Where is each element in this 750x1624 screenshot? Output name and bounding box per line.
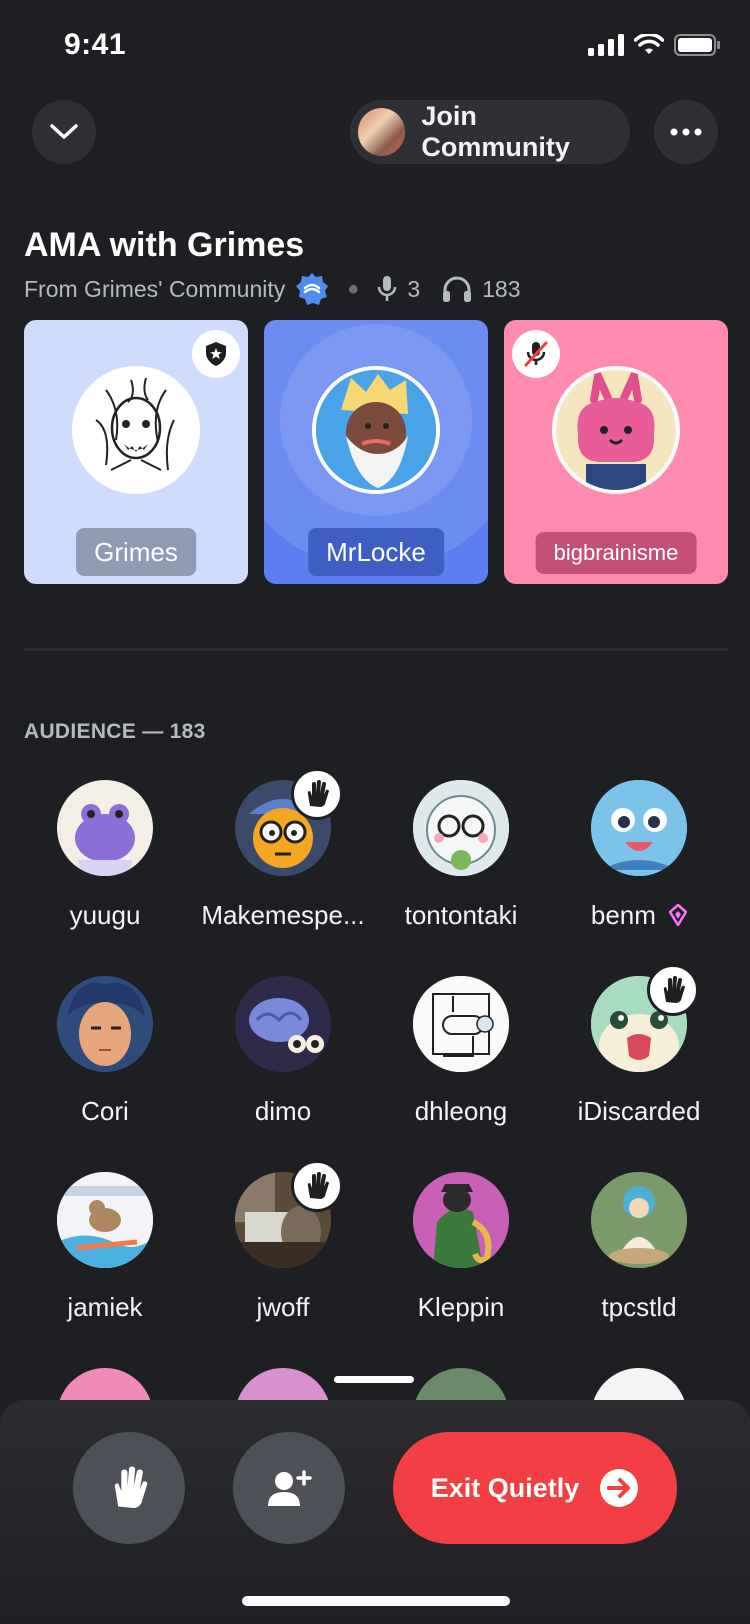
- headphones-icon: [443, 276, 472, 302]
- listener-count: 183: [482, 275, 521, 302]
- speaker-avatar: [312, 366, 440, 494]
- audience-member[interactable]: benm: [550, 780, 728, 931]
- audience-member[interactable]: dhleong: [372, 976, 550, 1127]
- member-name: jamiek: [67, 1292, 143, 1322]
- exit-quietly-button[interactable]: Exit Quietly: [393, 1432, 677, 1544]
- member-avatar: [235, 976, 331, 1072]
- hand-raised-badge: [291, 768, 343, 820]
- member-avatar: [591, 1172, 687, 1268]
- audience-header: AUDIENCE — 183: [24, 720, 206, 743]
- raised-hand-icon: [114, 1466, 148, 1508]
- member-name: iDiscarded: [577, 1096, 701, 1126]
- speaker-name: MrLocke: [308, 528, 444, 576]
- speaker-avatar: [72, 366, 200, 494]
- audience-member[interactable]: tontontaki: [372, 780, 550, 931]
- raised-hand-icon: [663, 976, 685, 1003]
- saxophone-player-avatar: [413, 1172, 509, 1268]
- audience-member[interactable]: dimo: [194, 976, 372, 1127]
- speaker-card-grimes[interactable]: Grimes: [24, 320, 248, 584]
- cellular-signal-icon: [588, 34, 624, 56]
- member-avatar: [57, 1172, 153, 1268]
- bigbrainisme-avatar: [556, 370, 676, 490]
- moderator-shield-icon: [206, 342, 226, 366]
- member-avatar: [57, 780, 153, 876]
- speaker-avatar: [552, 366, 680, 494]
- chevron-down-icon: [50, 124, 78, 139]
- audience-member[interactable]: jamiek: [16, 1172, 194, 1323]
- speaker-count: 3: [407, 275, 421, 302]
- member-name: tontontaki: [404, 900, 518, 930]
- blue-creature-avatar: [591, 780, 687, 876]
- anime-hero-avatar: [57, 976, 153, 1072]
- member-avatar: [57, 976, 153, 1072]
- invite-button[interactable]: [233, 1432, 345, 1544]
- member-name: Kleppin: [417, 1292, 505, 1322]
- more-dots-icon: [670, 128, 702, 136]
- collapse-button[interactable]: [32, 100, 96, 164]
- muted-badge: [512, 330, 560, 378]
- audience-member[interactable]: jwoff: [194, 1160, 372, 1323]
- speaker-card-mrlocke[interactable]: MrLocke: [264, 320, 488, 584]
- member-name: tpcstld: [601, 1292, 677, 1322]
- speaker-name: bigbrainisme: [535, 532, 697, 574]
- join-community-label: Join Community: [421, 101, 570, 162]
- section-divider: [24, 648, 728, 651]
- audience-member[interactable]: iDiscarded: [550, 964, 728, 1127]
- status-time: 9:41: [64, 28, 127, 61]
- wifi-icon: [634, 34, 664, 54]
- member-name-text: benm: [590, 900, 656, 930]
- audience-member[interactable]: Makemespe...: [194, 768, 372, 931]
- member-name: benm: [550, 900, 728, 931]
- audience-member[interactable]: Cori: [16, 976, 194, 1127]
- member-avatar: [591, 780, 687, 876]
- stage-community-name: From Grimes' Community: [24, 275, 286, 302]
- nitro-boost-icon: [668, 903, 688, 928]
- separator-dot: ●: [347, 277, 360, 300]
- stage-subtitle-row: From Grimes' Community ● 3 183: [24, 272, 543, 306]
- exit-quietly-label: Exit Quietly: [430, 1472, 580, 1503]
- raised-hand-icon: [307, 780, 329, 807]
- hand-raised-badge: [291, 1160, 343, 1212]
- audience-member[interactable]: yuugu: [16, 780, 194, 931]
- member-name: Makemespe...: [201, 900, 365, 930]
- mrlocke-avatar: [316, 370, 436, 490]
- community-avatar: [358, 108, 406, 156]
- muted-mic-icon: [524, 341, 548, 367]
- battery-icon: [674, 34, 720, 56]
- raise-hand-button[interactable]: [73, 1432, 185, 1544]
- stage-title: AMA with Grimes: [24, 226, 305, 264]
- moderator-badge: [192, 330, 240, 378]
- member-avatar: [413, 780, 509, 876]
- member-name: dhleong: [414, 1096, 508, 1126]
- surfing-cat-avatar: [57, 1172, 153, 1268]
- arrow-right-circle-icon: [600, 1469, 639, 1507]
- home-indicator: [242, 1596, 510, 1606]
- hand-raised-badge: [647, 964, 699, 1016]
- sitting-girl-avatar: [591, 1172, 687, 1268]
- add-user-icon: [268, 1470, 312, 1506]
- brain-avatar: [235, 976, 331, 1072]
- raised-hand-icon: [307, 1172, 329, 1199]
- status-icons: [588, 34, 720, 56]
- speaker-name: Grimes: [76, 528, 196, 576]
- frog-avatar: [75, 804, 135, 876]
- audience-member[interactable]: tpcstld: [550, 1172, 728, 1323]
- more-options-button[interactable]: [654, 100, 718, 164]
- member-name: dimo: [254, 1096, 312, 1126]
- member-name: Cori: [81, 1096, 129, 1126]
- join-community-button[interactable]: Join Community: [350, 100, 630, 164]
- bear-glasses-avatar: [413, 780, 509, 876]
- status-bar: 9:41: [0, 0, 750, 90]
- member-name: jwoff: [256, 1292, 310, 1322]
- member-name: yuugu: [69, 900, 141, 930]
- line-drawing-avatar: [413, 976, 509, 1072]
- member-avatar: [413, 976, 509, 1072]
- verified-partner-icon: [296, 273, 329, 305]
- audience-member[interactable]: Kleppin: [372, 1172, 550, 1323]
- drag-handle[interactable]: [334, 1376, 414, 1383]
- grimes-sketch-avatar: [95, 377, 175, 471]
- member-avatar: [413, 1172, 509, 1268]
- speaker-card-bigbrainisme[interactable]: bigbrainisme: [504, 320, 728, 584]
- microphone-icon: [378, 276, 397, 301]
